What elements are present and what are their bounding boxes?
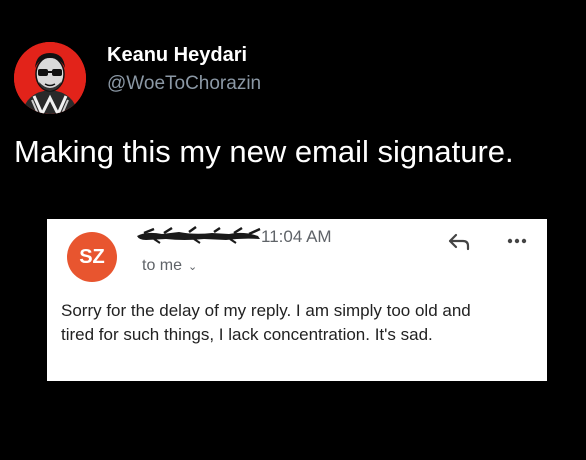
email-time: 11:04 AM xyxy=(261,227,332,246)
author-handle[interactable]: @WoeToChorazin xyxy=(107,73,261,95)
email-body-line: Sorry for the delay of my reply. I am si… xyxy=(61,301,471,320)
recipient-details[interactable]: to me ⌄ xyxy=(142,257,197,275)
profile-avatar[interactable] xyxy=(14,42,86,114)
redacted-sender-name xyxy=(137,225,261,244)
email-screenshot: SZ 11:04 AM to me ⌄ Sorry for the delay o… xyxy=(47,219,547,381)
chevron-down-icon[interactable]: ⌄ xyxy=(188,261,197,273)
email-body-line: tired for such things, I lack concentrat… xyxy=(61,325,433,344)
sender-initials: SZ xyxy=(79,245,105,268)
tweet-text: Making this my new email signature. xyxy=(14,134,514,169)
recipient-label: to me xyxy=(142,257,183,274)
author-name[interactable]: Keanu Heydari xyxy=(107,44,247,67)
email-body: Sorry for the delay of my reply. I am si… xyxy=(61,299,541,347)
sender-avatar: SZ xyxy=(67,232,117,282)
profile-portrait-image xyxy=(14,42,86,114)
reply-icon[interactable] xyxy=(447,229,471,253)
more-options-icon[interactable] xyxy=(505,229,529,253)
